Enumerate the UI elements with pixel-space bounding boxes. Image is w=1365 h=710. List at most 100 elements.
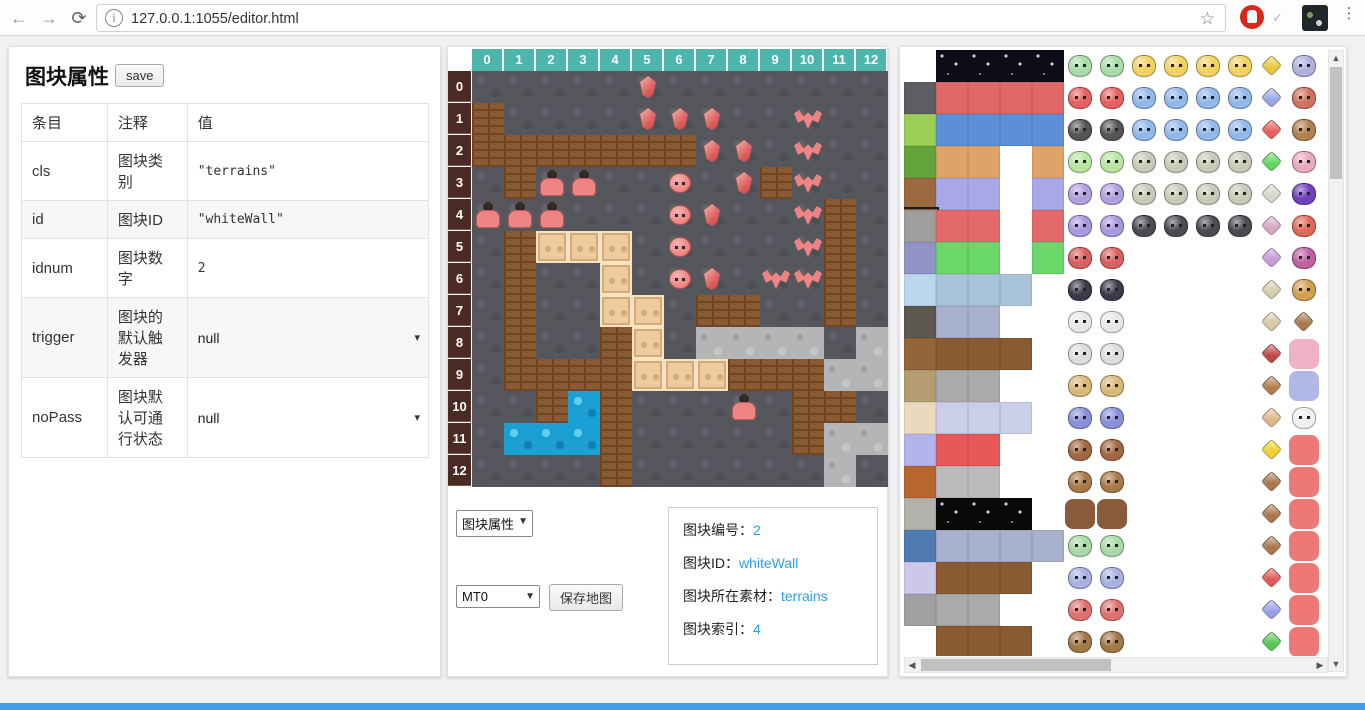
- palette-cell-cBG[interactable]: [1128, 82, 1160, 114]
- map-cell-brownWall[interactable]: [504, 231, 536, 263]
- palette-cell-BRS[interactable]: [968, 626, 1000, 656]
- palette-cell-RdW[interactable]: [1032, 210, 1064, 242]
- url-text[interactable]: 127.0.0.1:1055/editor.html: [131, 11, 299, 27]
- palette-cell-GnW[interactable]: [936, 242, 968, 274]
- profile-avatar[interactable]: [1302, 5, 1328, 31]
- palette-cell-cDD[interactable]: [1192, 210, 1224, 242]
- map-cell-floor[interactable]: [728, 71, 760, 103]
- map-cell-floor[interactable]: [472, 295, 504, 327]
- map-cell-floor[interactable]: [696, 71, 728, 103]
- map-cell-brownWall[interactable]: [600, 327, 632, 359]
- palette-cell-cAN[interactable]: [1160, 50, 1192, 82]
- palette-cell-LAV[interactable]: [936, 434, 968, 466]
- palette-cell-BRS[interactable]: [1000, 562, 1032, 594]
- palette-cell-iST[interactable]: [1256, 434, 1288, 466]
- palette-cell-GnW[interactable]: [1032, 242, 1064, 274]
- palette-cell-cBG[interactable]: [1224, 82, 1256, 114]
- map-cell-priest[interactable]: [536, 167, 568, 199]
- palette-cell-cRB[interactable]: [1064, 242, 1096, 274]
- palette-cell-cBG[interactable]: [1160, 82, 1192, 114]
- palette-cell-cAN[interactable]: [1224, 50, 1256, 82]
- map-cell-floor[interactable]: [760, 135, 792, 167]
- palette-cell-NS2[interactable]: [1000, 498, 1032, 530]
- scroll-up-icon[interactable]: ▲: [1329, 51, 1343, 65]
- palette-cell-cGB[interactable]: [1064, 146, 1096, 178]
- map-cell-floor[interactable]: [536, 263, 568, 295]
- palette-cell-iGR[interactable]: [1256, 562, 1288, 594]
- palette-cell-BLB[interactable]: [904, 530, 936, 562]
- back-icon[interactable]: ←: [6, 5, 32, 31]
- palette-cell-cZB[interactable]: [1064, 530, 1096, 562]
- palette-cell-PW[interactable]: [936, 178, 968, 210]
- mode-select[interactable]: 图块属性▼: [456, 510, 533, 537]
- palette-cell-cVP[interactable]: [1096, 274, 1128, 306]
- map-cell-floor[interactable]: [536, 71, 568, 103]
- palette-cell-iWR[interactable]: [1256, 530, 1288, 562]
- noPass-select[interactable]: null▾: [187, 378, 428, 458]
- palette-cell-cDR[interactable]: [1288, 466, 1320, 498]
- map-cell-brownWall[interactable]: [504, 167, 536, 199]
- map-cell-floor[interactable]: [856, 263, 888, 295]
- palette-cell-BRS[interactable]: [968, 338, 1000, 370]
- palette-cell-BW[interactable]: [936, 114, 968, 146]
- map-cell-slime[interactable]: [664, 199, 696, 231]
- map-cell-brownWall[interactable]: [568, 135, 600, 167]
- palette-cell-cWZ[interactable]: [1288, 178, 1320, 210]
- palette-cell-cKN[interactable]: [1128, 146, 1160, 178]
- palette-cell-cBG[interactable]: [1160, 114, 1192, 146]
- map-cell-whiteWall[interactable]: [696, 359, 728, 391]
- cls-value[interactable]: "terrains": [187, 142, 428, 201]
- map-cell-brownWall[interactable]: [728, 359, 760, 391]
- map-cell-whiteWall[interactable]: [600, 231, 632, 263]
- map-cell-ground[interactable]: [824, 359, 856, 391]
- map-cell-floor[interactable]: [856, 455, 888, 487]
- map-cell-floor[interactable]: [696, 231, 728, 263]
- forward-icon[interactable]: →: [36, 5, 62, 31]
- palette-cell-cBS[interactable]: [1064, 402, 1096, 434]
- palette-cell-cHB[interactable]: [1288, 274, 1320, 306]
- palette-cell-RW[interactable]: [1000, 82, 1032, 114]
- palette-cell-cKN[interactable]: [1192, 178, 1224, 210]
- palette-cell-cDR[interactable]: [1288, 594, 1320, 626]
- map-cell-redGem[interactable]: [728, 135, 760, 167]
- palette-cell-cKS[interactable]: [1096, 114, 1128, 146]
- map-cell-floor[interactable]: [856, 231, 888, 263]
- map-cell-floor[interactable]: [664, 327, 696, 359]
- map-cell-water[interactable]: [536, 423, 568, 455]
- palette-cell-BRS[interactable]: [1000, 338, 1032, 370]
- floor-select[interactable]: MT0▼: [456, 585, 540, 608]
- map-cell-redGem[interactable]: [664, 103, 696, 135]
- palette-cell-GWT[interactable]: [968, 466, 1000, 498]
- palette-cell-iCN[interactable]: [1256, 402, 1288, 434]
- map-cell-brownWall[interactable]: [504, 359, 536, 391]
- palette-cell-cBG[interactable]: [1128, 114, 1160, 146]
- palette-cell-cOM[interactable]: [1288, 50, 1320, 82]
- palette-cell-GW-selected[interactable]: [904, 210, 936, 242]
- palette-cell-cPR[interactable]: [1288, 402, 1320, 434]
- map-cell-floor[interactable]: [696, 423, 728, 455]
- map-cell-floor[interactable]: [536, 295, 568, 327]
- map-cell-redGem[interactable]: [696, 103, 728, 135]
- map-cell-floor[interactable]: [664, 295, 696, 327]
- palette-cell-iGB[interactable]: [1256, 594, 1288, 626]
- palette-cell-cMM[interactable]: [1064, 626, 1096, 656]
- horizontal-scrollbar[interactable]: ◀ ▶: [904, 657, 1328, 673]
- map-cell-brownWall[interactable]: [600, 391, 632, 423]
- palette-cell-RK[interactable]: [904, 370, 936, 402]
- map-cell-bat[interactable]: [792, 199, 824, 231]
- palette-cell-GBS[interactable]: [936, 594, 968, 626]
- map-cell-whiteWall[interactable]: [536, 231, 568, 263]
- palette-cell-cPB[interactable]: [1064, 178, 1096, 210]
- palette-cell-cVP[interactable]: [1064, 274, 1096, 306]
- palette-cell-BW[interactable]: [1000, 114, 1032, 146]
- palette-cell-OB[interactable]: [904, 466, 936, 498]
- map-cell-floor[interactable]: [472, 359, 504, 391]
- palette-cell-PW[interactable]: [1032, 178, 1064, 210]
- map-cell-ground[interactable]: [760, 327, 792, 359]
- map-cell-brownWall[interactable]: [632, 135, 664, 167]
- map-cell-floor[interactable]: [760, 71, 792, 103]
- map-cell-floor[interactable]: [568, 295, 600, 327]
- map-cell-priest[interactable]: [472, 199, 504, 231]
- palette-cell-BRS[interactable]: [936, 626, 968, 656]
- trigger-select[interactable]: null▾: [187, 298, 428, 378]
